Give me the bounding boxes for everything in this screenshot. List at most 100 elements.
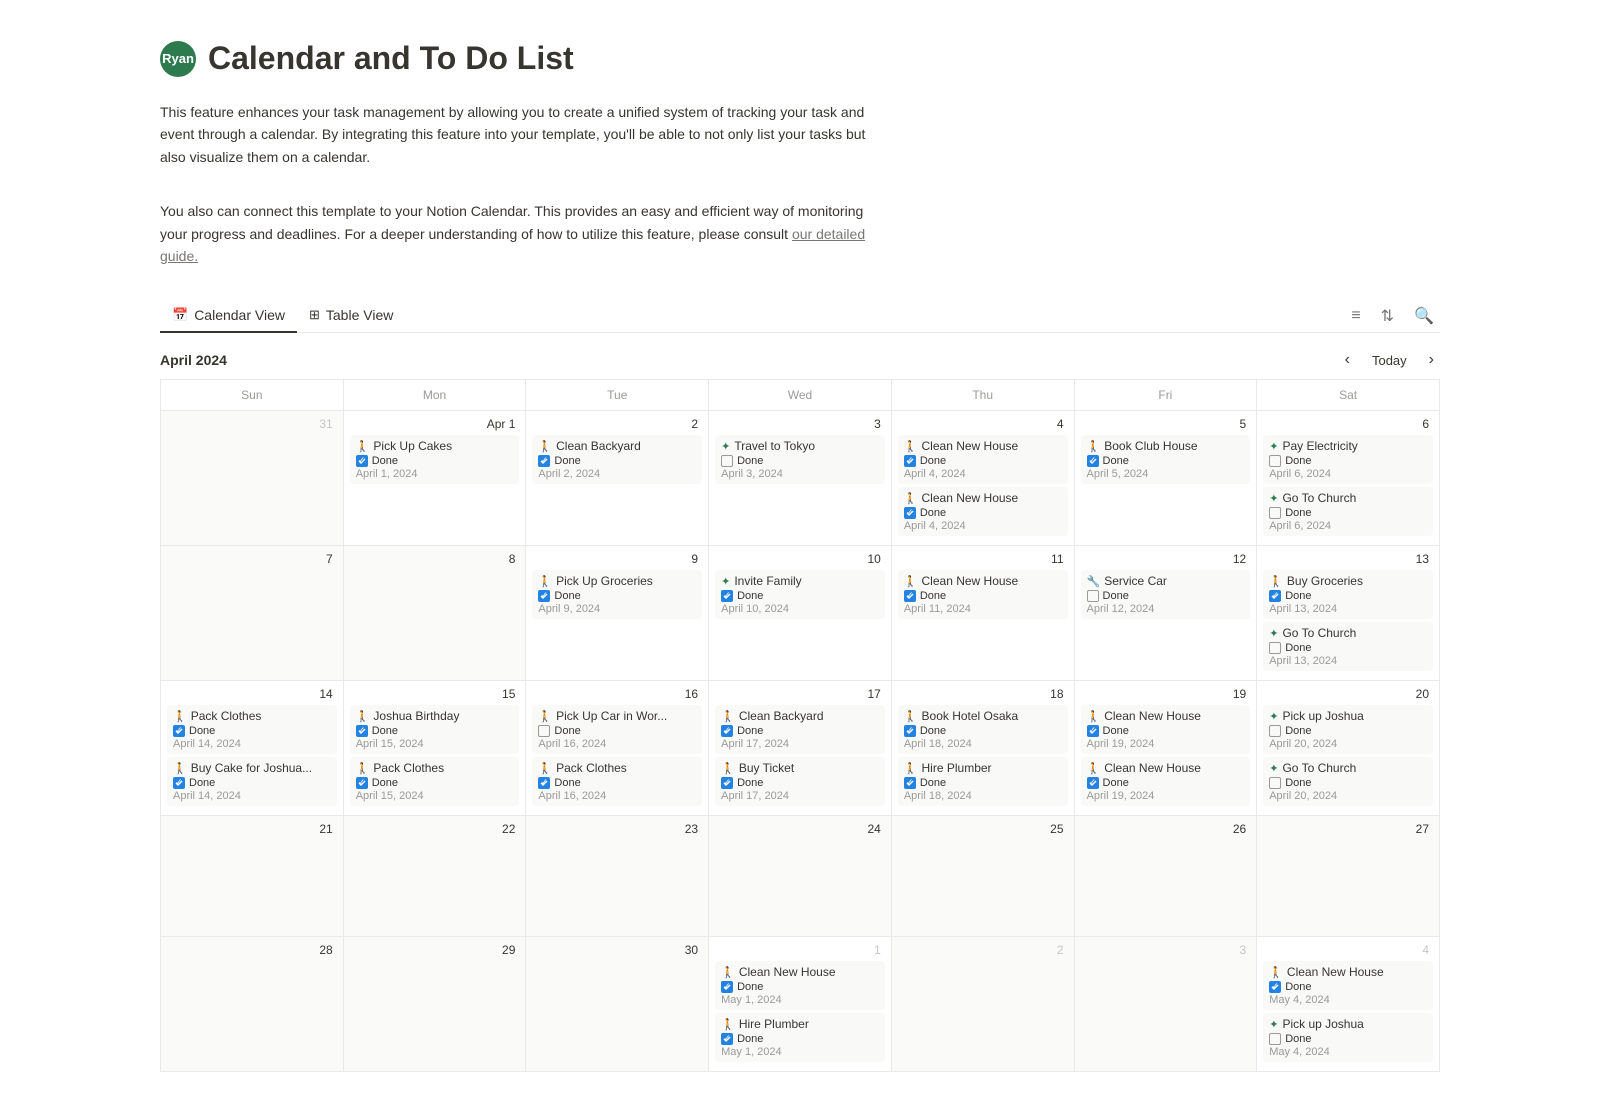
calendar-day-cell: 3: [1074, 937, 1257, 1072]
day-number: 24: [715, 820, 885, 840]
day-number: 8: [350, 550, 520, 570]
calendar-day-cell: 27: [1257, 816, 1440, 937]
calendar-day-cell: 4 🚶 Clean New House Done April 4, 2024 🚶…: [891, 411, 1074, 546]
list-item[interactable]: 🚶 Book Hotel Osaka Done April 18, 2024: [898, 705, 1068, 754]
day-number: 16: [532, 685, 702, 705]
day-number: 11: [898, 550, 1068, 570]
list-item[interactable]: 🚶 Pack Clothes Done April 14, 2024: [167, 705, 337, 754]
page-header: Ryan Calendar and To Do List: [160, 40, 1440, 77]
tab-calendar[interactable]: 📅 Calendar View: [160, 299, 297, 333]
list-item[interactable]: 🚶 Clean New House Done April 19, 2024: [1081, 757, 1251, 806]
day-header-thu: Thu: [891, 380, 1074, 411]
calendar-day-cell: 4 🚶 Clean New House Done May 4, 2024 ✦ P…: [1257, 937, 1440, 1072]
calendar-day-cell: 29: [343, 937, 526, 1072]
day-number: 28: [167, 941, 337, 961]
list-item[interactable]: 🚶 Clean Backyard Done April 17, 2024: [715, 705, 885, 754]
list-item[interactable]: ✦ Pick up Joshua Done April 20, 2024: [1263, 705, 1433, 754]
calendar-day-cell: 19 🚶 Clean New House Done April 19, 2024…: [1074, 681, 1257, 816]
day-number: 23: [532, 820, 702, 840]
day-header-sun: Sun: [161, 380, 344, 411]
toolbar-right: ≡ ⇅ 🔍: [1345, 302, 1440, 330]
list-item[interactable]: ✦ Go To Church Done April 20, 2024: [1263, 757, 1433, 806]
list-item[interactable]: 🔧 Service Car Done April 12, 2024: [1081, 570, 1251, 619]
list-item[interactable]: 🚶 Joshua Birthday Done April 15, 2024: [350, 705, 520, 754]
list-item[interactable]: 🚶 Clean New House Done May 4, 2024: [1263, 961, 1433, 1010]
day-number: 4: [1263, 941, 1433, 961]
calendar-day-cell: 25: [891, 816, 1074, 937]
table-tab-icon: ⊞: [309, 307, 320, 323]
calendar-day-cell: 20 ✦ Pick up Joshua Done April 20, 2024 …: [1257, 681, 1440, 816]
day-number: 26: [1081, 820, 1251, 840]
calendar-day-cell: 7: [161, 546, 344, 681]
day-number: 18: [898, 685, 1068, 705]
calendar-day-cell: 6 ✦ Pay Electricity Done April 6, 2024 ✦…: [1257, 411, 1440, 546]
calendar-day-cell: 16 🚶 Pick Up Car in Wor... Done April 16…: [526, 681, 709, 816]
calendar-days-header: Sun Mon Tue Wed Thu Fri Sat: [161, 380, 1440, 411]
sort-button[interactable]: ⇅: [1375, 302, 1400, 330]
day-number: 14: [167, 685, 337, 705]
day-number: 2: [898, 941, 1068, 961]
list-item[interactable]: 🚶 Pack Clothes Done April 15, 2024: [350, 757, 520, 806]
list-item[interactable]: ✦ Pick up Joshua Done May 4, 2024: [1263, 1013, 1433, 1062]
list-item[interactable]: ✦ Go To Church Done April 6, 2024: [1263, 487, 1433, 536]
day-number: 15: [350, 685, 520, 705]
list-item[interactable]: 🚶 Clean Backyard Done April 2, 2024: [532, 435, 702, 484]
day-number: Apr 1: [350, 415, 520, 435]
list-item[interactable]: 🚶 Hire Plumber Done May 1, 2024: [715, 1013, 885, 1062]
calendar-day-cell: 31: [161, 411, 344, 546]
day-number: 3: [715, 415, 885, 435]
list-item[interactable]: 🚶 Hire Plumber Done April 18, 2024: [898, 757, 1068, 806]
list-item[interactable]: 🚶 Buy Cake for Joshua... Done April 14, …: [167, 757, 337, 806]
day-number: 1: [715, 941, 885, 961]
list-item[interactable]: 🚶 Buy Ticket Done April 17, 2024: [715, 757, 885, 806]
calendar-day-cell: 23: [526, 816, 709, 937]
list-item[interactable]: 🚶 Pick Up Cakes Done April 1, 2024: [350, 435, 520, 484]
today-button[interactable]: Today: [1364, 350, 1415, 371]
calendar-day-cell: 3 ✦ Travel to Tokyo Done April 3, 2024: [709, 411, 892, 546]
list-item[interactable]: 🚶 Clean New House Done April 4, 2024: [898, 435, 1068, 484]
list-item[interactable]: 🚶 Book Club House Done April 5, 2024: [1081, 435, 1251, 484]
day-number: 5: [1081, 415, 1251, 435]
list-item[interactable]: ✦ Go To Church Done April 13, 2024: [1263, 622, 1433, 671]
list-item[interactable]: 🚶 Pick Up Car in Wor... Done April 16, 2…: [532, 705, 702, 754]
filter-button[interactable]: ≡: [1345, 303, 1366, 329]
calendar-day-cell: 10 ✦ Invite Family Done April 10, 2024: [709, 546, 892, 681]
calendar-week-row: 28 29 30 1 🚶 Clean New House Done May 1, 20…: [161, 937, 1440, 1072]
calendar-day-cell: 22: [343, 816, 526, 937]
calendar-month: April 2024: [160, 352, 227, 368]
calendar-grid: Sun Mon Tue Wed Thu Fri Sat 31Apr 1 🚶 Pi…: [160, 379, 1440, 1072]
day-number: 20: [1263, 685, 1433, 705]
description-para1: This feature enhances your task manageme…: [160, 101, 880, 168]
calendar-week-row: 14 🚶 Pack Clothes Done April 14, 2024 🚶 …: [161, 681, 1440, 816]
day-number: 3: [1081, 941, 1251, 961]
list-item[interactable]: 🚶 Clean New House Done April 19, 2024: [1081, 705, 1251, 754]
day-header-tue: Tue: [526, 380, 709, 411]
calendar-day-cell: 17 🚶 Clean Backyard Done April 17, 2024 …: [709, 681, 892, 816]
day-number: 4: [898, 415, 1068, 435]
calendar-day-cell: 26: [1074, 816, 1257, 937]
list-item[interactable]: ✦ Invite Family Done April 10, 2024: [715, 570, 885, 619]
list-item[interactable]: 🚶 Pick Up Groceries Done April 9, 2024: [532, 570, 702, 619]
calendar-day-cell: 18 🚶 Book Hotel Osaka Done April 18, 202…: [891, 681, 1074, 816]
tab-table[interactable]: ⊞ Table View: [297, 299, 405, 333]
list-item[interactable]: ✦ Travel to Tokyo Done April 3, 2024: [715, 435, 885, 484]
day-header-mon: Mon: [343, 380, 526, 411]
calendar-day-cell: 13 🚶 Buy Groceries Done April 13, 2024 ✦…: [1257, 546, 1440, 681]
search-button[interactable]: 🔍: [1408, 302, 1440, 330]
calendar-day-cell: 30: [526, 937, 709, 1072]
list-item[interactable]: 🚶 Clean New House Done April 11, 2024: [898, 570, 1068, 619]
prev-month-button[interactable]: ‹: [1339, 349, 1356, 371]
day-number: 30: [532, 941, 702, 961]
list-item[interactable]: 🚶 Clean New House Done April 4, 2024: [898, 487, 1068, 536]
list-item[interactable]: 🚶 Clean New House Done May 1, 2024: [715, 961, 885, 1010]
day-number: 12: [1081, 550, 1251, 570]
list-item[interactable]: 🚶 Pack Clothes Done April 16, 2024: [532, 757, 702, 806]
calendar-tab-icon: 📅: [172, 307, 188, 323]
list-item[interactable]: ✦ Pay Electricity Done April 6, 2024: [1263, 435, 1433, 484]
list-item[interactable]: 🚶 Buy Groceries Done April 13, 2024: [1263, 570, 1433, 619]
day-number: 10: [715, 550, 885, 570]
day-number: 9: [532, 550, 702, 570]
day-header-fri: Fri: [1074, 380, 1257, 411]
next-month-button[interactable]: ›: [1423, 349, 1440, 371]
day-header-wed: Wed: [709, 380, 892, 411]
